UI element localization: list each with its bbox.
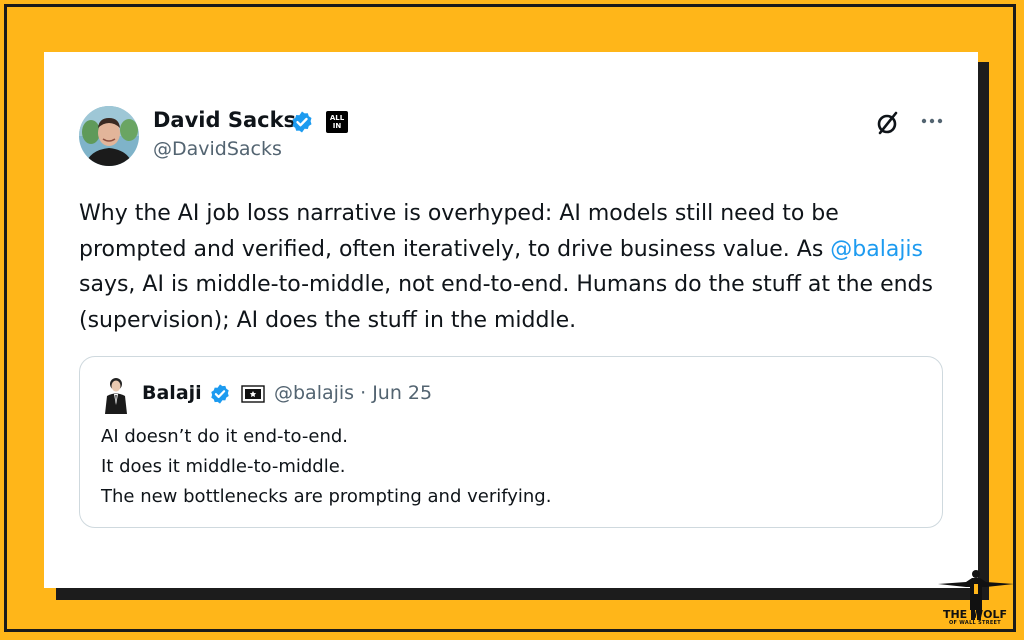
watermark-line2: OF WALL STREET [949,620,1001,626]
quote-line: AI doesn’t do it end-to-end. [101,426,349,447]
quote-line: It does it middle-to-middle. [101,456,346,477]
author-avatar[interactable] [79,106,139,166]
quote-verified-badge-icon [211,384,229,404]
grok-icon[interactable] [874,109,902,137]
quote-text: AI doesn’t do it end-to-end. It does it … [101,422,551,512]
tweet-text-before: Why the AI job loss narrative is overhyp… [79,201,839,262]
flag-icon [241,385,265,403]
tweet-text: Why the AI job loss narrative is overhyp… [79,196,949,338]
quote-author-name[interactable]: Balaji [142,382,202,404]
mention-link[interactable]: @balajis [830,237,923,262]
verified-badge-icon [292,111,312,133]
tweet-text-after: says, AI is middle-to-middle, not end-to… [79,272,933,333]
watermark: THE WOLF OF WALL STREET [938,609,1012,626]
quote-meta: @balajis · Jun 25 [274,382,433,404]
author-name[interactable]: David Sacks [153,108,296,132]
more-icon[interactable] [918,109,946,133]
all-in-badge: ALL IN [326,111,348,133]
quote-line: The new bottlenecks are prompting and ve… [101,486,552,507]
author-handle[interactable]: @DavidSacks [153,138,282,160]
avatar-image [79,106,139,166]
quote-avatar[interactable] [101,374,131,414]
watermark-line1: THE WOLF [942,608,1008,621]
